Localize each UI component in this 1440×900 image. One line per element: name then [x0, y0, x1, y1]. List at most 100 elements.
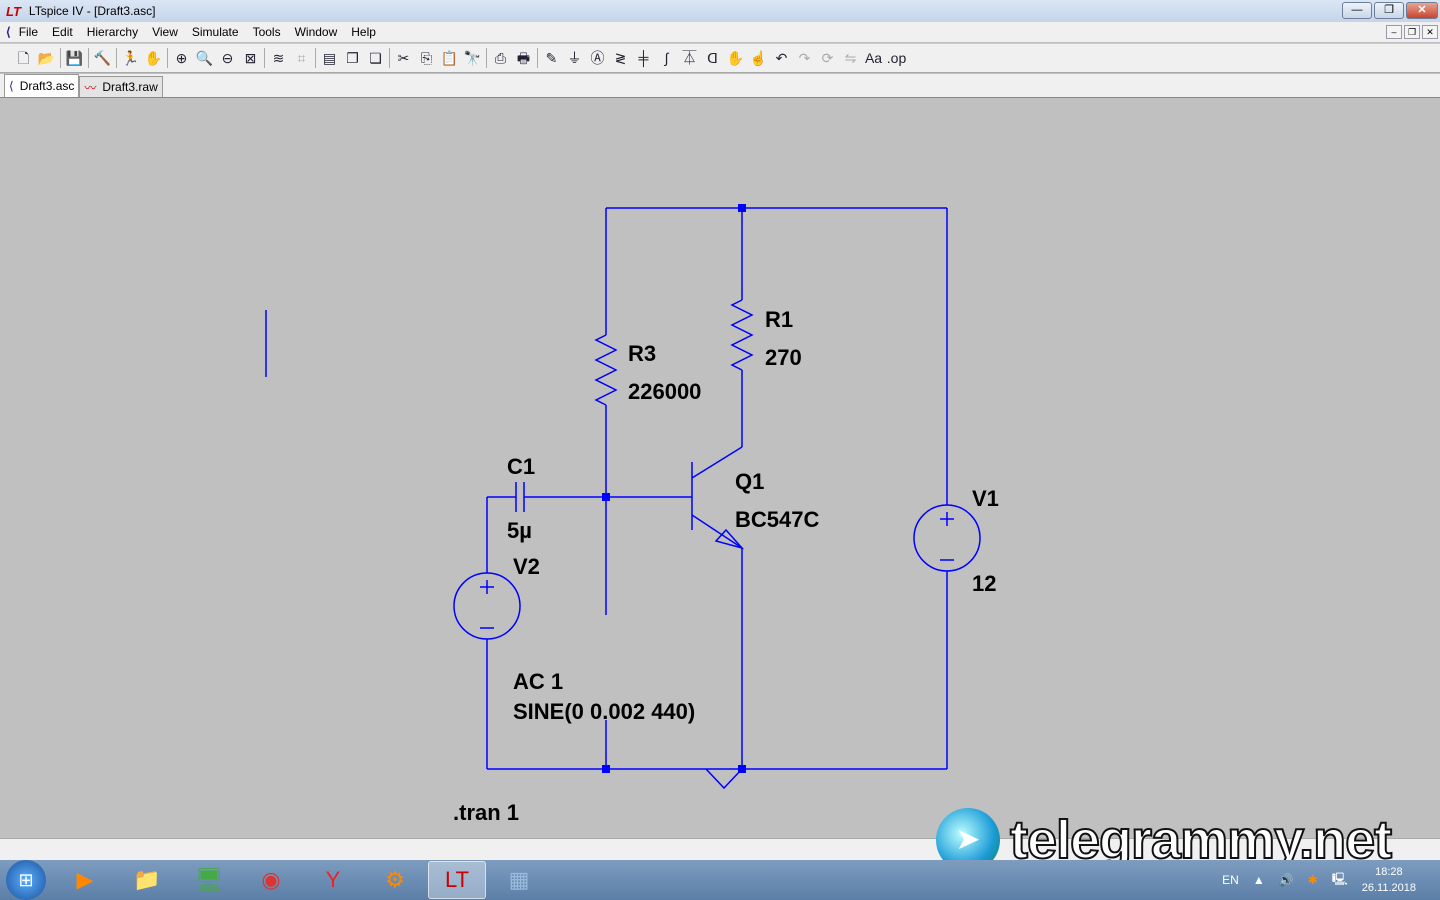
halt-icon[interactable]: ✋ [142, 47, 165, 69]
cut-icon[interactable]: ✂ [392, 47, 415, 69]
ground-icon[interactable]: ⏚ [563, 47, 586, 69]
zoom-fit-icon[interactable]: ⊠ [239, 47, 262, 69]
resistor-icon[interactable]: ≷ [609, 47, 632, 69]
v2-name[interactable]: V2 [513, 554, 540, 579]
v2-sine-value[interactable]: SINE(0 0.002 440) [513, 699, 695, 724]
clock-date: 26.11.2018 [1361, 882, 1416, 894]
c1-name[interactable]: C1 [507, 454, 535, 479]
taskbar-ltspice-icon[interactable]: LT [428, 861, 486, 899]
zoom-out-icon[interactable]: ⊖ [216, 47, 239, 69]
mdi-restore-button[interactable]: ❐ [1404, 25, 1420, 39]
r3-value[interactable]: 226000 [628, 379, 701, 404]
cascade-icon[interactable]: ❐ [341, 47, 364, 69]
taskbar-calculator-icon[interactable]: ▦ [490, 861, 548, 899]
r1-value[interactable]: 270 [765, 345, 802, 370]
taskbar-chrome-icon[interactable]: ◉ [242, 861, 300, 899]
tab-draft3-asc[interactable]: ⟨ Draft3.asc [4, 74, 80, 97]
zoom-in-icon[interactable]: ⊕ [170, 47, 193, 69]
resistor-r1[interactable] [730, 299, 754, 371]
zoom-pan-icon[interactable]: 🔍 [193, 47, 216, 69]
v1-name[interactable]: V1 [972, 486, 999, 511]
tile-vertical-icon[interactable]: ❏ [364, 47, 387, 69]
plot-autorange-icon[interactable]: ⌗ [290, 47, 313, 69]
menu-bar: ⟨ File Edit Hierarchy View Simulate Tools Wind… [0, 22, 1440, 42]
schematic-canvas[interactable]: R3 226000 R1 270 C1 5µ V2 Q1 BC547C V1 1… [0, 98, 1440, 838]
r3-name[interactable]: R3 [628, 341, 656, 366]
tran-directive[interactable]: .tran 1 [453, 800, 519, 825]
taskbar-explorer-icon[interactable]: 📁 [118, 861, 176, 899]
draw-wire-icon[interactable]: ✎ [540, 47, 563, 69]
taskbar-media-player-icon[interactable]: ▶ [56, 861, 114, 899]
new-schematic-icon[interactable]: 🗋 [12, 47, 35, 69]
run-icon[interactable]: 🏃 [119, 47, 142, 69]
move-icon[interactable]: ✋ [724, 47, 747, 69]
v2-ac-value[interactable]: AC 1 [513, 669, 563, 694]
toolbar-separator [315, 48, 316, 68]
clock[interactable]: 18:28 26.11.2018 [1362, 864, 1416, 896]
q1-name[interactable]: Q1 [735, 469, 764, 494]
tab-draft3-raw[interactable]: 〰 Draft3.raw [79, 76, 163, 97]
document-tabs: ⟨ Draft3.asc 〰 Draft3.raw [0, 74, 1440, 98]
taskbar-yandex-icon[interactable]: Y [304, 861, 362, 899]
toolbar-separator [389, 48, 390, 68]
schematic[interactable]: R3 226000 R1 270 C1 5µ V2 Q1 BC547C V1 1… [0, 98, 1440, 838]
show-hidden-icons-icon[interactable]: ▲ [1253, 873, 1265, 887]
minimize-button[interactable]: — [1342, 2, 1372, 19]
paste-icon[interactable]: 📋 [438, 47, 461, 69]
save-icon[interactable]: 💾 [63, 47, 86, 69]
v1-value[interactable]: 12 [972, 571, 996, 596]
restore-button[interactable]: ❐ [1374, 2, 1404, 19]
q1-value[interactable]: BC547C [735, 507, 819, 532]
rotate-icon[interactable]: ⟳ [816, 47, 839, 69]
start-button[interactable]: ⊞ [6, 860, 46, 900]
menu-help[interactable]: Help [351, 25, 376, 39]
resistor-r3[interactable] [594, 334, 618, 406]
text-icon[interactable]: Aa [862, 47, 885, 69]
menu-hierarchy[interactable]: Hierarchy [87, 25, 138, 39]
diode-icon[interactable]: ⏄ [678, 47, 701, 69]
junction [602, 765, 610, 773]
toolbar-separator [167, 48, 168, 68]
mdi-minimize-button[interactable]: – [1386, 25, 1402, 39]
copy-icon[interactable]: ⎘ [415, 47, 438, 69]
c1-value[interactable]: 5µ [507, 518, 532, 543]
toolbar-separator [486, 48, 487, 68]
toolbar: 🗋 📂 💾 🔨 🏃 ✋ ⊕ 🔍 ⊖ ⊠ ≋ ⌗ ▤ ❐ ❏ ✂ ⎘ 📋 🔭 ⎙ 🖶 ✎ ⏚ Ⓐ ≷ ╪ ∫ ⏄ ᗡ ✋ ☝ ↶ ↷ ⟳ ⇋ Aa .op [0, 43, 1440, 73]
inductor-icon[interactable]: ∫ [655, 47, 678, 69]
print-icon[interactable]: 🖶 [512, 47, 535, 69]
menu-tools[interactable]: Tools [253, 25, 281, 39]
close-button[interactable]: ✕ [1406, 2, 1438, 19]
menu-simulate[interactable]: Simulate [192, 25, 239, 39]
tile-horizontal-icon[interactable]: ▤ [318, 47, 341, 69]
r1-name[interactable]: R1 [765, 307, 793, 332]
clock-time: 18:28 [1375, 866, 1403, 878]
menu-window[interactable]: Window [295, 25, 338, 39]
menu-file[interactable]: File [19, 25, 38, 39]
spice-directive-icon[interactable]: .op [885, 47, 908, 69]
schematic-icon: ⟨ [9, 79, 14, 93]
undo-icon[interactable]: ↶ [770, 47, 793, 69]
find-icon[interactable]: 🔭 [461, 47, 484, 69]
drag-icon[interactable]: ☝ [747, 47, 770, 69]
language-indicator[interactable]: EN [1222, 873, 1239, 887]
toolbar-separator [537, 48, 538, 68]
mdi-close-button[interactable]: ✕ [1422, 25, 1438, 39]
ground-symbol[interactable] [705, 768, 743, 790]
taskbar-monitor-icon[interactable]: 🖥 [180, 861, 238, 899]
redo-icon[interactable]: ↷ [793, 47, 816, 69]
taskbar-settings-icon[interactable]: ⚙ [366, 861, 424, 899]
plot-settings-icon[interactable]: ≋ [267, 47, 290, 69]
mirror-icon[interactable]: ⇋ [839, 47, 862, 69]
capacitor-icon[interactable]: ╪ [632, 47, 655, 69]
print-preview-icon[interactable]: ⎙ [489, 47, 512, 69]
volume-icon[interactable]: 🔊 [1279, 873, 1294, 887]
menu-view[interactable]: View [152, 25, 178, 39]
label-net-icon[interactable]: Ⓐ [586, 47, 609, 69]
menu-edit[interactable]: Edit [52, 25, 73, 39]
control-panel-icon[interactable]: 🔨 [91, 47, 114, 69]
antivirus-icon[interactable]: ✱ [1308, 873, 1318, 887]
schematic-icon[interactable]: ⟨ [6, 25, 11, 39]
network-icon[interactable]: 🖳 [1332, 870, 1348, 891]
open-icon[interactable]: 📂 [35, 47, 58, 69]
component-icon[interactable]: ᗡ [701, 47, 724, 69]
